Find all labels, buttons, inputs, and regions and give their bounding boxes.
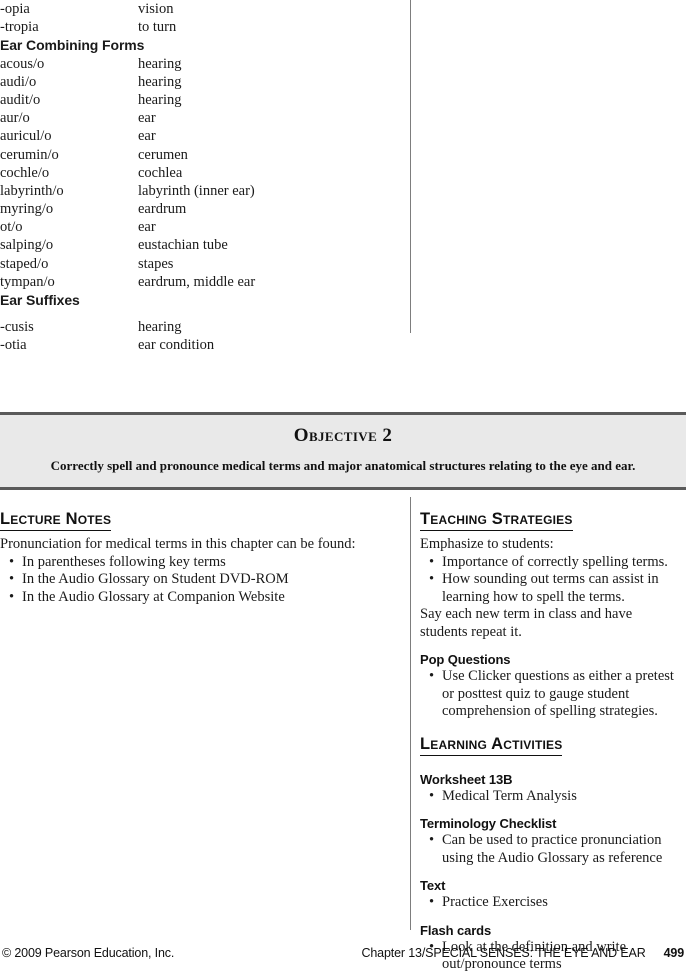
learning-activities-subsections: Worksheet 13BMedical Term Analysis Termin… xyxy=(420,772,678,974)
glossary-row: labyrinth/o labyrinth (inner ear) xyxy=(0,182,400,200)
glossary-row: aur/o ear xyxy=(0,109,400,127)
learning-activity-bullets: Practice Exercises xyxy=(420,894,678,912)
glossary-term: ot/o xyxy=(0,219,23,236)
glossary-term: -cusis xyxy=(0,319,34,336)
objective-banner: Objective 2 Correctly spell and pronounc… xyxy=(0,412,686,490)
footer-page-number: 499 xyxy=(663,946,685,960)
bullet-item: Can be used to practice pronunciation us… xyxy=(420,832,678,867)
glossary-definition: hearing xyxy=(138,73,182,90)
glossary-group-heading: Ear Suffixes xyxy=(0,292,80,308)
glossary-term: myring/o xyxy=(0,201,54,218)
glossary-definition: to turn xyxy=(138,19,177,36)
bullet-item: Importance of correctly spelling terms. xyxy=(420,554,678,572)
glossary-term: cochle/o xyxy=(0,164,50,181)
glossary-term: cerumin/o xyxy=(0,146,59,163)
glossary-definition: stapes xyxy=(138,255,174,272)
glossary-definition: eardrum xyxy=(138,201,187,218)
learning-activity-heading: Terminology Checklist xyxy=(420,816,557,831)
glossary-term: aur/o xyxy=(0,110,30,127)
teaching-strategies-column: Teaching Strategies Emphasize to student… xyxy=(420,510,678,974)
glossary-row: myring/o eardrum xyxy=(0,200,400,218)
glossary-row: -cusis hearing xyxy=(0,318,400,336)
bullet-item: In parentheses following key terms xyxy=(0,554,396,572)
learning-activity-heading: Text xyxy=(420,878,446,893)
learning-activity-bullets: Medical Term Analysis xyxy=(420,788,678,806)
learning-activity-bullets: Can be used to practice pronunciation us… xyxy=(420,832,678,867)
lecture-notes-intro: Pronunciation for medical terms in this … xyxy=(0,536,356,552)
lecture-notes-column: Lecture Notes Pronunciation for medical … xyxy=(0,510,396,606)
glossary-row: cochle/o cochlea xyxy=(0,164,400,182)
teaching-strategies-intro: Emphasize to students: xyxy=(420,536,554,552)
glossary-row: ot/o ear xyxy=(0,218,400,236)
glossary-definition: hearing xyxy=(138,319,182,336)
glossary-term: tympan/o xyxy=(0,273,55,290)
column-divider-top xyxy=(410,0,411,333)
lecture-notes-heading: Lecture Notes xyxy=(0,510,112,531)
learning-activity-heading: Flash cards xyxy=(420,922,492,938)
glossary-definition: hearing xyxy=(138,55,182,72)
glossary-definition: eustachian tube xyxy=(138,237,228,254)
column-divider-bottom xyxy=(410,497,411,930)
bullet-item: Medical Term Analysis xyxy=(420,788,678,806)
glossary-row: acous/o hearing xyxy=(0,55,400,73)
glossary-definition: eardrum, middle ear xyxy=(138,273,256,290)
glossary-row: -tropia to turn xyxy=(0,18,400,36)
bullet-item: In the Audio Glossary on Student DVD-ROM xyxy=(0,571,396,589)
glossary-term: -otia xyxy=(0,337,27,354)
page-footer: © 2009 Pearson Education, Inc. Chapter 1… xyxy=(0,946,686,966)
pop-questions-bullets: Use Clicker questions as either a pretes… xyxy=(420,668,678,721)
glossary-term: auricul/o xyxy=(0,128,52,145)
glossary-row: cerumin/o cerumen xyxy=(0,146,400,164)
glossary-definition: hearing xyxy=(138,91,182,108)
glossary-spacer xyxy=(0,309,400,318)
glossary-definition: ear xyxy=(138,110,156,127)
teaching-strategies-bullets: Importance of correctly spelling terms.H… xyxy=(420,554,678,607)
glossary-definition: cochlea xyxy=(138,164,183,181)
glossary-term: audit/o xyxy=(0,91,41,108)
glossary-term: -opia xyxy=(0,1,30,17)
objective-title: Objective 2 xyxy=(293,425,393,446)
teaching-strategies-heading: Teaching Strategies xyxy=(420,510,573,531)
glossary-row: auricul/o ear xyxy=(0,127,400,145)
glossary-definition: ear xyxy=(138,219,156,236)
glossary-row: salping/o eustachian tube xyxy=(0,236,400,254)
glossary-row: -opia vision xyxy=(0,0,400,18)
glossary-term: labyrinth/o xyxy=(0,182,64,199)
glossary-term: staped/o xyxy=(0,255,49,272)
glossary-row: staped/o stapes xyxy=(0,255,400,273)
glossary-term: salping/o xyxy=(0,237,54,254)
glossary-term: acous/o xyxy=(0,55,45,72)
glossary-row: tympan/o eardrum, middle ear xyxy=(0,273,400,291)
glossary-term: -tropia xyxy=(0,19,39,36)
glossary-definition: ear xyxy=(138,128,156,145)
bullet-item: Practice Exercises xyxy=(420,894,678,912)
learning-activities-heading: Learning Activities xyxy=(420,735,563,756)
bullet-item: Use Clicker questions as either a pretes… xyxy=(420,668,678,721)
glossary-list: -opia vision -tropia to turn Ear Combining F… xyxy=(0,0,400,355)
lecture-notes-bullets: In parentheses following key termsIn the… xyxy=(0,554,396,607)
footer-chapter-title: Chapter 13/SPECIAL SENSES: THE EYE AND E… xyxy=(361,946,646,960)
glossary-row: audi/o hearing xyxy=(0,73,400,91)
footer-copyright: © 2009 Pearson Education, Inc. xyxy=(2,946,175,960)
glossary-group-heading: Ear Combining Forms xyxy=(0,37,145,54)
teaching-strategies-closing: Say each new term in class and have stud… xyxy=(420,606,633,640)
pop-questions-heading: Pop Questions xyxy=(420,652,511,667)
glossary-definition: ear condition xyxy=(138,337,215,354)
footer-chapter-info: Chapter 13/SPECIAL SENSES: THE EYE AND E… xyxy=(361,946,684,960)
glossary-term: audi/o xyxy=(0,73,37,90)
glossary-definition: vision xyxy=(138,1,174,17)
glossary-definition: labyrinth (inner ear) xyxy=(138,182,255,199)
learning-activity-heading: Worksheet 13B xyxy=(420,771,513,787)
glossary-row: audit/o hearing xyxy=(0,91,400,109)
bullet-item: In the Audio Glossary at Companion Websi… xyxy=(0,589,396,607)
objective-subtitle: Correctly spell and pronounce medical te… xyxy=(50,458,636,473)
glossary-definition: cerumen xyxy=(138,146,188,163)
bullet-item: How sounding out terms can assist in lea… xyxy=(420,571,678,606)
glossary-row: -otia ear condition xyxy=(0,336,400,354)
